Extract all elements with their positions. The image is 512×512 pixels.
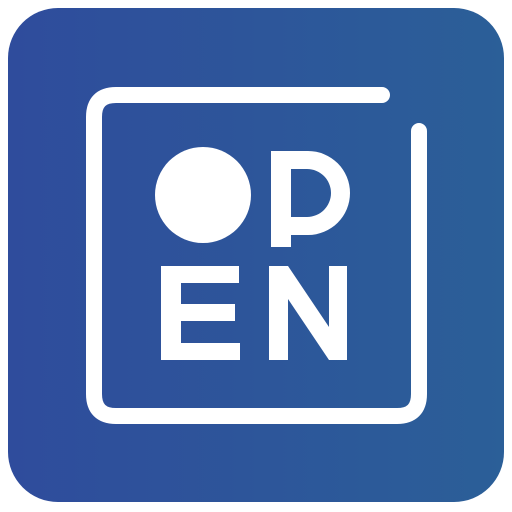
open-logo-icon: OPEN (0, 0, 512, 512)
logo-letter-e (161, 266, 240, 360)
logo-background (8, 8, 504, 502)
logo-graphic (8, 8, 504, 502)
logo-letter-o (155, 147, 251, 243)
